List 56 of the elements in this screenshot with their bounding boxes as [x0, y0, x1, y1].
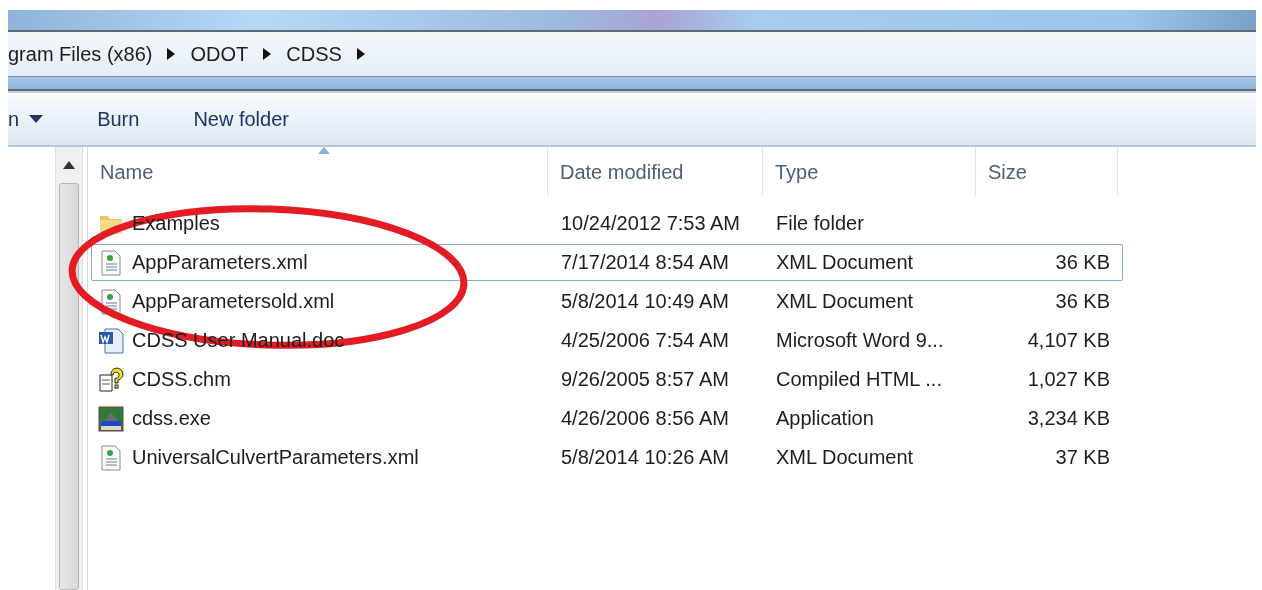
- size-cell-text: 3,234 KB: [1026, 407, 1111, 430]
- type-cell-text: Application: [775, 407, 875, 430]
- date-cell-text: 9/26/2005 8:57 AM: [560, 368, 730, 391]
- column-header[interactable]: Date modified: [548, 147, 763, 197]
- file-name: AppParameters.xml: [132, 251, 308, 274]
- application-icon: [98, 405, 124, 432]
- type-cell-text: File folder: [775, 212, 865, 235]
- file-name: UniversalCulvertParameters.xml: [132, 446, 419, 469]
- scrollbar[interactable]: [55, 147, 83, 590]
- breadcrumb-item[interactable]: CDSS: [286, 42, 348, 66]
- breadcrumb-item[interactable]: ODOT: [190, 42, 255, 66]
- file-row[interactable]: CDSS.chm 9/26/2005 8:57 AM Compiled HTML ... 1,027 KB: [91, 361, 1123, 398]
- word-document-icon: [98, 327, 124, 354]
- type-cell-text: XML Document: [775, 446, 915, 469]
- breadcrumb-item[interactable]: gram Files (x86): [8, 42, 159, 66]
- size-cell-text: 36 KB: [1054, 251, 1111, 274]
- date-cell-text: 5/8/2014 10:49 AM: [560, 290, 730, 313]
- type-cell-text: XML Document: [775, 251, 915, 274]
- date-cell-text: 10/24/2012 7:53 AM: [560, 212, 742, 235]
- date-cell-text: 5/8/2014 10:26 AM: [560, 446, 730, 469]
- document-icon: [98, 249, 124, 276]
- file-name: CDSS.chm: [132, 368, 231, 391]
- size-cell-text: 37 KB: [1054, 446, 1111, 469]
- type-cell-text: Compiled HTML ...: [775, 368, 943, 391]
- address-bar[interactable]: gram Files (x86) ODOT CDSS: [8, 32, 1256, 77]
- chevron-icon[interactable]: [262, 48, 273, 60]
- chevron-icon[interactable]: [166, 48, 177, 60]
- file-row[interactable]: AppParametersold.xml 5/8/2014 10:49 AM XML Document 36 KB: [91, 283, 1123, 320]
- type-cell-text: XML Document: [775, 290, 915, 313]
- sort-arrow-icon: [317, 147, 330, 154]
- caret-icon: [29, 115, 44, 123]
- type-cell-text: Microsoft Word 9...: [775, 329, 945, 352]
- size-cell-text: 36 KB: [1054, 290, 1111, 313]
- size-cell-text: 4,107 KB: [1026, 329, 1111, 352]
- file-row[interactable]: Examples 10/24/2012 7:53 AM File folder: [91, 205, 1123, 242]
- date-cell-text: 7/17/2014 8:54 AM: [560, 251, 730, 274]
- file-row[interactable]: cdss.exe 4/26/2006 8:56 AM Application 3,234 KB: [91, 400, 1123, 437]
- chevron-icon[interactable]: [355, 48, 366, 60]
- column-header[interactable]: Size: [976, 147, 1118, 197]
- file-row[interactable]: UniversalCulvertParameters.xml 5/8/2014 10:26 AM XML Document 37 KB: [91, 439, 1123, 476]
- date-cell-text: 4/26/2006 8:56 AM: [560, 407, 730, 430]
- scroll-thumb[interactable]: [59, 183, 79, 590]
- help-file-icon: [98, 366, 124, 393]
- file-name: Examples: [132, 212, 220, 235]
- toolbar-button[interactable]: Burn: [97, 103, 140, 135]
- column-header[interactable]: Name: [88, 147, 548, 197]
- toolbar-button[interactable]: New folder: [193, 103, 289, 135]
- file-name: AppParametersold.xml: [132, 290, 335, 313]
- toolbar-button[interactable]: n: [8, 103, 44, 135]
- scroll-up-icon[interactable]: [63, 161, 75, 169]
- date-cell-text: 4/25/2006 7:54 AM: [560, 329, 730, 352]
- file-row[interactable]: AppParameters.xml 7/17/2014 8:54 AM XML Document 36 KB: [91, 244, 1123, 281]
- file-name: cdss.exe: [132, 407, 211, 430]
- column-header[interactable]: Type: [763, 147, 976, 197]
- document-icon: [98, 444, 124, 471]
- size-cell-text: 1,027 KB: [1026, 368, 1111, 391]
